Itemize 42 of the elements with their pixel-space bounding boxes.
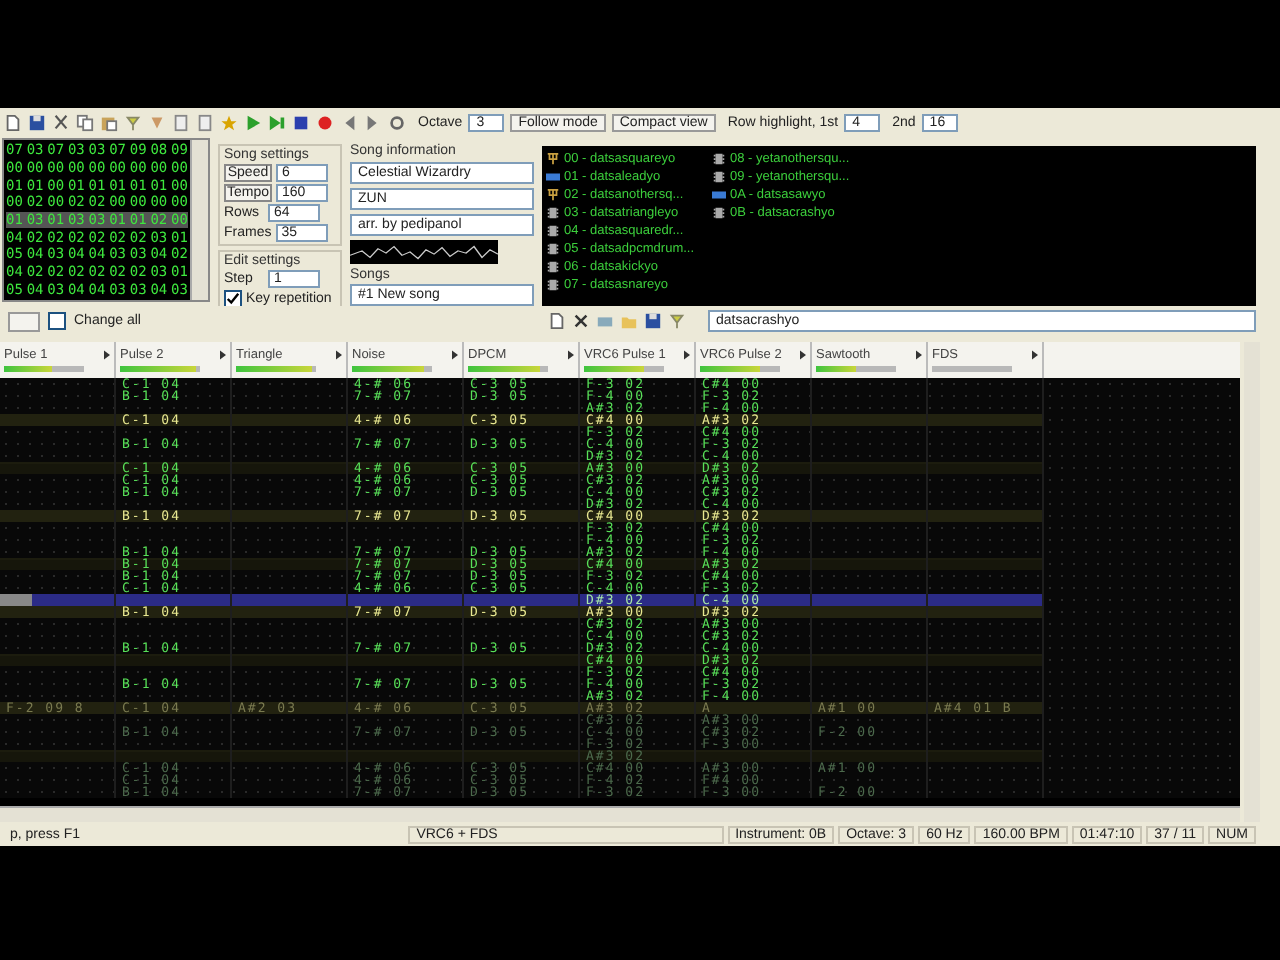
expand-arrow-icon[interactable] [1032, 350, 1038, 360]
chip-icon [546, 224, 560, 238]
expand-arrow-icon[interactable] [452, 350, 458, 360]
record-icon[interactable] [316, 114, 334, 132]
save-icon[interactable] [28, 114, 46, 132]
play-pattern-icon[interactable] [268, 114, 286, 132]
scrollbar[interactable] [190, 140, 208, 300]
settings-icon[interactable] [388, 114, 406, 132]
next-icon[interactable] [364, 114, 382, 132]
scrollbar[interactable] [0, 806, 1240, 822]
expand-arrow-icon[interactable] [568, 350, 574, 360]
previous-icon[interactable] [340, 114, 358, 132]
play-icon[interactable] [244, 114, 262, 132]
paste-icon[interactable] [100, 114, 118, 132]
expand-arrow-icon[interactable] [336, 350, 342, 360]
edit-cursor [0, 594, 32, 606]
badge-icon [546, 170, 560, 184]
volume-meter [932, 366, 1012, 372]
stop-icon[interactable] [292, 114, 310, 132]
chip-icon [712, 170, 726, 184]
expand-arrow-icon[interactable] [800, 350, 806, 360]
expand-arrow-icon[interactable] [684, 350, 690, 360]
checkbox[interactable] [48, 312, 66, 330]
copy-icon[interactable] [76, 114, 94, 132]
new-file-icon[interactable] [4, 114, 22, 132]
cut-icon[interactable] [52, 114, 70, 132]
delete-icon[interactable] [572, 312, 590, 330]
chip-icon [546, 242, 560, 256]
tuning-fork-icon [546, 188, 560, 202]
chip-icon [712, 152, 726, 166]
new-file-icon[interactable] [548, 312, 566, 330]
expand-arrow-icon[interactable] [220, 350, 226, 360]
badge-icon [712, 188, 726, 202]
save-icon[interactable] [644, 312, 662, 330]
chip-icon [546, 260, 560, 274]
expand-arrow-icon[interactable] [104, 350, 110, 360]
tuning-fork-icon [546, 152, 560, 166]
chip-icon [712, 206, 726, 220]
expand-arrow-icon[interactable] [916, 350, 922, 360]
chip-icon [546, 206, 560, 220]
chip-icon [546, 278, 560, 292]
star-icon[interactable] [220, 114, 238, 132]
